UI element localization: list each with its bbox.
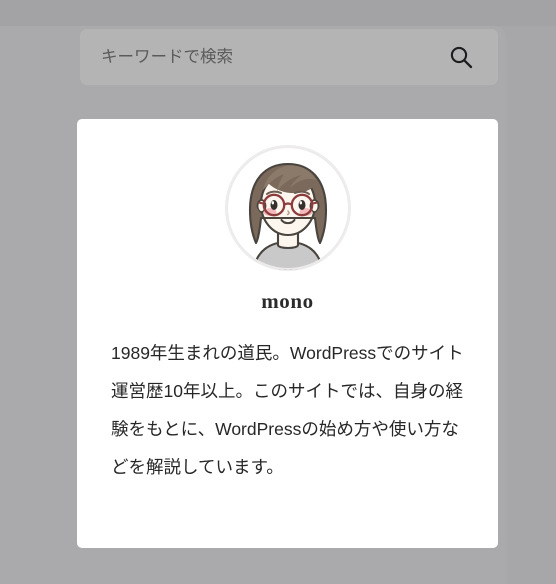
search-input[interactable]: [101, 29, 444, 85]
search-bar[interactable]: [80, 29, 498, 85]
profile-name: mono: [261, 289, 314, 313]
search-icon: [448, 44, 474, 70]
profile-bio: 1989年生まれの道民。WordPressでのサイト運営歴10年以上。このサイト…: [111, 343, 464, 477]
page-viewport: mono 1989年生まれの道民。WordPressでのサイト運営歴10年以上。…: [0, 0, 556, 584]
top-strip: [0, 0, 556, 26]
avatar: [225, 146, 350, 270]
search-submit-button[interactable]: [444, 40, 478, 74]
profile-card: mono 1989年生まれの道民。WordPressでのサイト運営歴10年以上。…: [77, 119, 498, 548]
avatar-wrapper: [111, 146, 464, 270]
avatar-illustration-icon: [225, 146, 350, 270]
